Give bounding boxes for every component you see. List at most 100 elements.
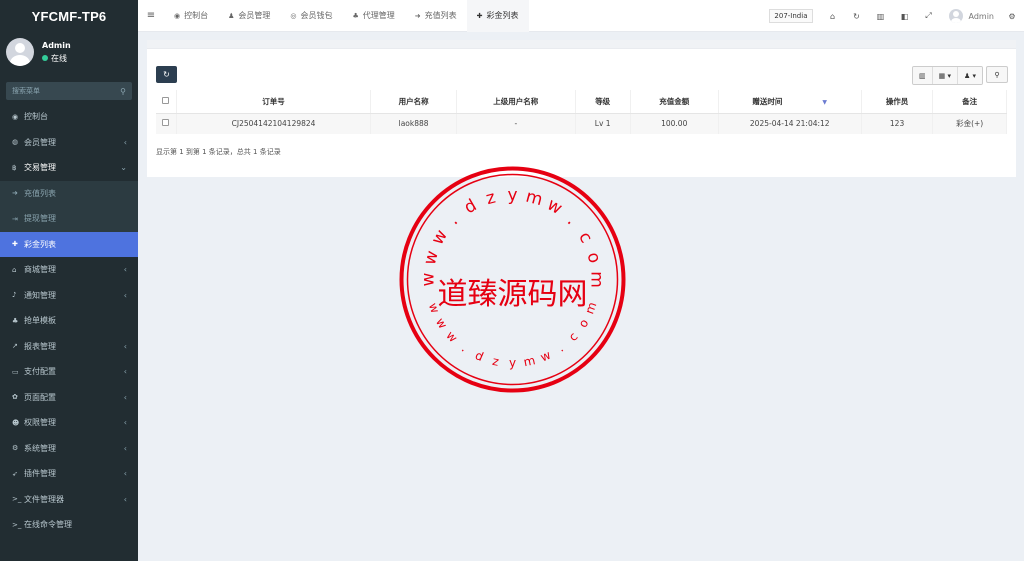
seal-letter: d — [461, 195, 480, 218]
settings-icon[interactable]: ⚙ — [1000, 12, 1024, 21]
columns-button[interactable]: ▦ ▾ — [932, 67, 958, 84]
sidebar-item-label: 在线命令管理 — [24, 520, 72, 530]
sitemap-icon: ♣ — [352, 11, 359, 20]
sidebar-item-8[interactable]: ♣ 抢单模板 — [0, 308, 138, 334]
seal-letter: z — [484, 188, 498, 210]
cog-icon: ✿ — [12, 393, 18, 402]
column-header[interactable]: 订单号 — [176, 90, 372, 114]
sign-out-icon: ⇥ — [12, 214, 18, 223]
refresh-button[interactable]: ↻ — [156, 66, 177, 83]
sidebar-item-label: 页面配置 — [24, 392, 56, 402]
fullscreen-icon[interactable]: ⤢ — [917, 11, 941, 21]
tool-group: ▥ ▦ ▾ ♟ ▾ — [912, 66, 983, 85]
terminal-icon: >_ — [12, 495, 22, 504]
sidebar-search: ⚲ — [6, 82, 132, 100]
sidebar-item-13[interactable]: ⚙ 系统管理 ‹ — [0, 436, 138, 462]
tab-label: 充值列表 — [424, 11, 457, 20]
chevron-icon: ‹ — [123, 341, 127, 351]
row-select-cell — [156, 113, 177, 134]
sidebar-item-14[interactable]: ➶ 插件管理 ‹ — [0, 461, 138, 487]
seal-top-arc: www.d z y mw.com — [419, 186, 607, 288]
user-status-label: 在线 — [51, 53, 67, 63]
select-all-checkbox[interactable] — [162, 96, 170, 104]
menu-toggle-icon[interactable]: ≡ — [138, 10, 164, 21]
column-header[interactable]: 用户名称 — [370, 90, 458, 114]
toggle-view-button[interactable]: ▥ — [913, 67, 933, 84]
sidebar-search-input[interactable] — [12, 87, 112, 95]
tab-2[interactable]: ◎ 会员钱包 — [280, 0, 342, 32]
column-header-label: 赠送时间 — [752, 96, 783, 106]
nav-user-menu[interactable]: Admin — [948, 9, 995, 23]
tab-label: 会员管理 — [238, 11, 271, 20]
seal-letter: c — [574, 228, 596, 246]
chevron-icon: ‹ — [123, 392, 127, 402]
seal-letter: o — [576, 317, 592, 331]
sidebar-item-9[interactable]: ↗ 报表管理 ‹ — [0, 334, 138, 360]
user-circle-icon: ◍ — [12, 138, 19, 147]
column-header-label: 用户名称 — [398, 96, 429, 106]
sign-in-icon: ➜ — [414, 11, 421, 20]
seal-letter: y — [509, 356, 516, 370]
region-select[interactable]: 207-India — [769, 9, 813, 23]
search-icon[interactable]: ⚲ — [120, 87, 126, 96]
tab-label: 会员钱包 — [300, 11, 333, 20]
rocket-icon: ➶ — [12, 469, 18, 478]
sidebar-item-label: 会员管理 — [24, 137, 56, 147]
sidebar-item-16[interactable]: >_ 在线命令管理 — [0, 512, 138, 538]
export-button[interactable]: ♟ ▾ — [957, 67, 982, 84]
sidebar-item-3[interactable]: ➜ 充值列表 — [0, 180, 138, 206]
sidebar-item-label: 文件管理器 — [24, 494, 64, 504]
column-header[interactable]: 充值金额 — [630, 90, 719, 114]
search-button[interactable]: ⚲ — [986, 66, 1008, 83]
column-header[interactable]: 上级用户名称 — [456, 90, 576, 114]
refresh-icon[interactable]: ↻ — [845, 12, 869, 21]
sidebar-item-label: 报表管理 — [24, 341, 56, 351]
chevron-icon: ‹ — [123, 418, 127, 428]
sidebar-item-4[interactable]: ⇥ 提现管理 — [0, 206, 138, 232]
table-cell: 123 — [861, 113, 934, 134]
sidebar-item-0[interactable]: ◉ 控制台 — [0, 104, 138, 130]
sort-desc-icon[interactable]: ▼ — [822, 99, 827, 106]
tab-3[interactable]: ♣ 代理管理 — [343, 0, 405, 32]
sidebar-item-10[interactable]: ▭ 支付配置 ‹ — [0, 359, 138, 385]
app-logo[interactable]: YFCMF-TP6 — [0, 0, 138, 32]
language-icon[interactable]: ◧ — [893, 12, 917, 21]
table-cell: 100.00 — [630, 113, 719, 134]
user-panel: Admin 在线 — [0, 32, 138, 72]
sidebar-item-12[interactable]: ☻ 权限管理 ‹ — [0, 410, 138, 436]
column-header[interactable]: 备注 — [932, 90, 1007, 114]
sidebar-item-2[interactable]: ฿ 交易管理 ⌄ — [0, 155, 138, 181]
column-header[interactable]: 赠送时间 ▼ — [718, 90, 862, 114]
refresh-icon: ↻ — [163, 70, 170, 79]
home-icon[interactable]: ⌂ — [821, 12, 845, 21]
column-header-label: 订单号 — [262, 96, 285, 106]
sidebar-item-7[interactable]: ♪ 通知管理 ‹ — [0, 283, 138, 309]
select-all-cell — [156, 90, 177, 114]
table-row[interactable]: CJ2504142104129824 laok888- Lv 1 100.00 2025… — [156, 113, 1007, 134]
nav-user-name: Admin — [968, 11, 995, 21]
chevron-icon: ‹ — [123, 265, 127, 275]
sidebar-menu: ◉ 控制台 ◍ 会员管理 ‹ ฿ 交易管理 ⌄ ➜ 充值列表 ⇥ 提现管理 ✚ 彩金列表 ⌂ 商城管理 ‹ ♪ 通知… — [0, 104, 138, 538]
tab-5[interactable]: ✚ 彩金列表 — [466, 0, 529, 32]
sidebar-item-label: 抢单模板 — [24, 316, 56, 326]
seal-letter: o — [583, 250, 605, 265]
tab-4[interactable]: ➜ 充值列表 — [405, 0, 467, 32]
sidebar-item-11[interactable]: ✿ 页面配置 ‹ — [0, 385, 138, 411]
seal-letter: y — [507, 186, 517, 206]
sidebar-item-15[interactable]: >_ 文件管理器 ‹ — [0, 487, 138, 513]
trash-icon[interactable]: ▥ — [869, 12, 893, 21]
tab-label: 彩金列表 — [486, 11, 519, 20]
row-checkbox[interactable] — [162, 119, 170, 127]
sidebar-item-1[interactable]: ◍ 会员管理 ‹ — [0, 130, 138, 156]
table-cell: 彩金(+) — [932, 113, 1007, 134]
seal-letter: w — [433, 315, 450, 331]
tab-0[interactable]: ◉ 控制台 — [164, 0, 218, 32]
content-header — [147, 40, 1016, 49]
tab-1[interactable]: ♟ 会员管理 — [218, 0, 280, 32]
sidebar-item-6[interactable]: ⌂ 商城管理 ‹ — [0, 257, 138, 283]
column-header[interactable]: 等级 — [575, 90, 631, 114]
sidebar-item-5[interactable]: ✚ 彩金列表 — [0, 231, 138, 257]
column-header[interactable]: 操作员 — [861, 90, 934, 114]
chevron-icon: ‹ — [123, 494, 127, 504]
sign-in-icon: ➜ — [12, 189, 18, 198]
